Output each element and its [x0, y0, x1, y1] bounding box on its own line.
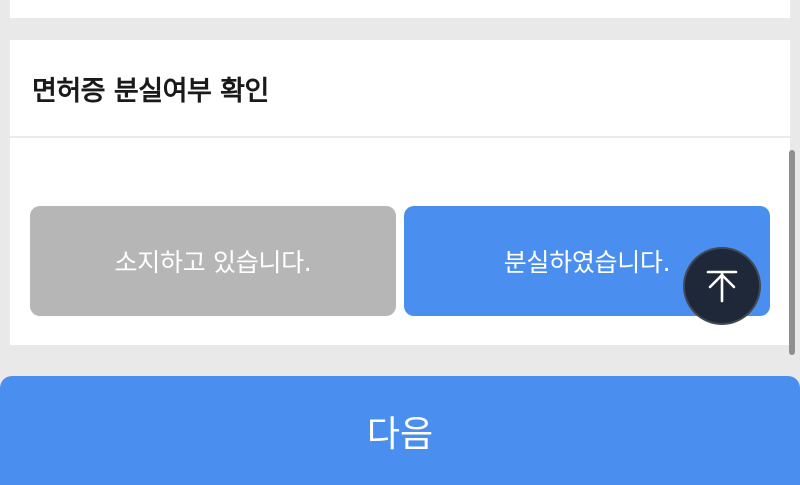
scroll-to-top-button[interactable] — [683, 247, 761, 325]
section-title: 면허증 분실여부 확인 — [32, 75, 269, 107]
have-license-label: 소지하고 있습니다. — [114, 248, 312, 277]
scrollbar-thumb[interactable] — [789, 150, 795, 355]
next-button[interactable]: 다음 — [0, 376, 800, 485]
lost-license-label: 분실하였습니다. — [503, 248, 671, 277]
license-loss-check-card: 면허증 분실여부 확인 소지하고 있습니다. 분실하였습니다. — [10, 40, 790, 345]
page: 면허증 분실여부 확인 소지하고 있습니다. 분실하였습니다. 다음 — [0, 0, 800, 485]
previous-section-card — [10, 0, 790, 18]
next-label: 다음 — [366, 413, 434, 455]
choice-row: 소지하고 있습니다. 분실하였습니다. — [30, 206, 770, 316]
have-license-button[interactable]: 소지하고 있습니다. — [30, 206, 396, 316]
section-header: 면허증 분실여부 확인 — [10, 40, 790, 138]
arrow-to-top-icon — [706, 270, 738, 303]
